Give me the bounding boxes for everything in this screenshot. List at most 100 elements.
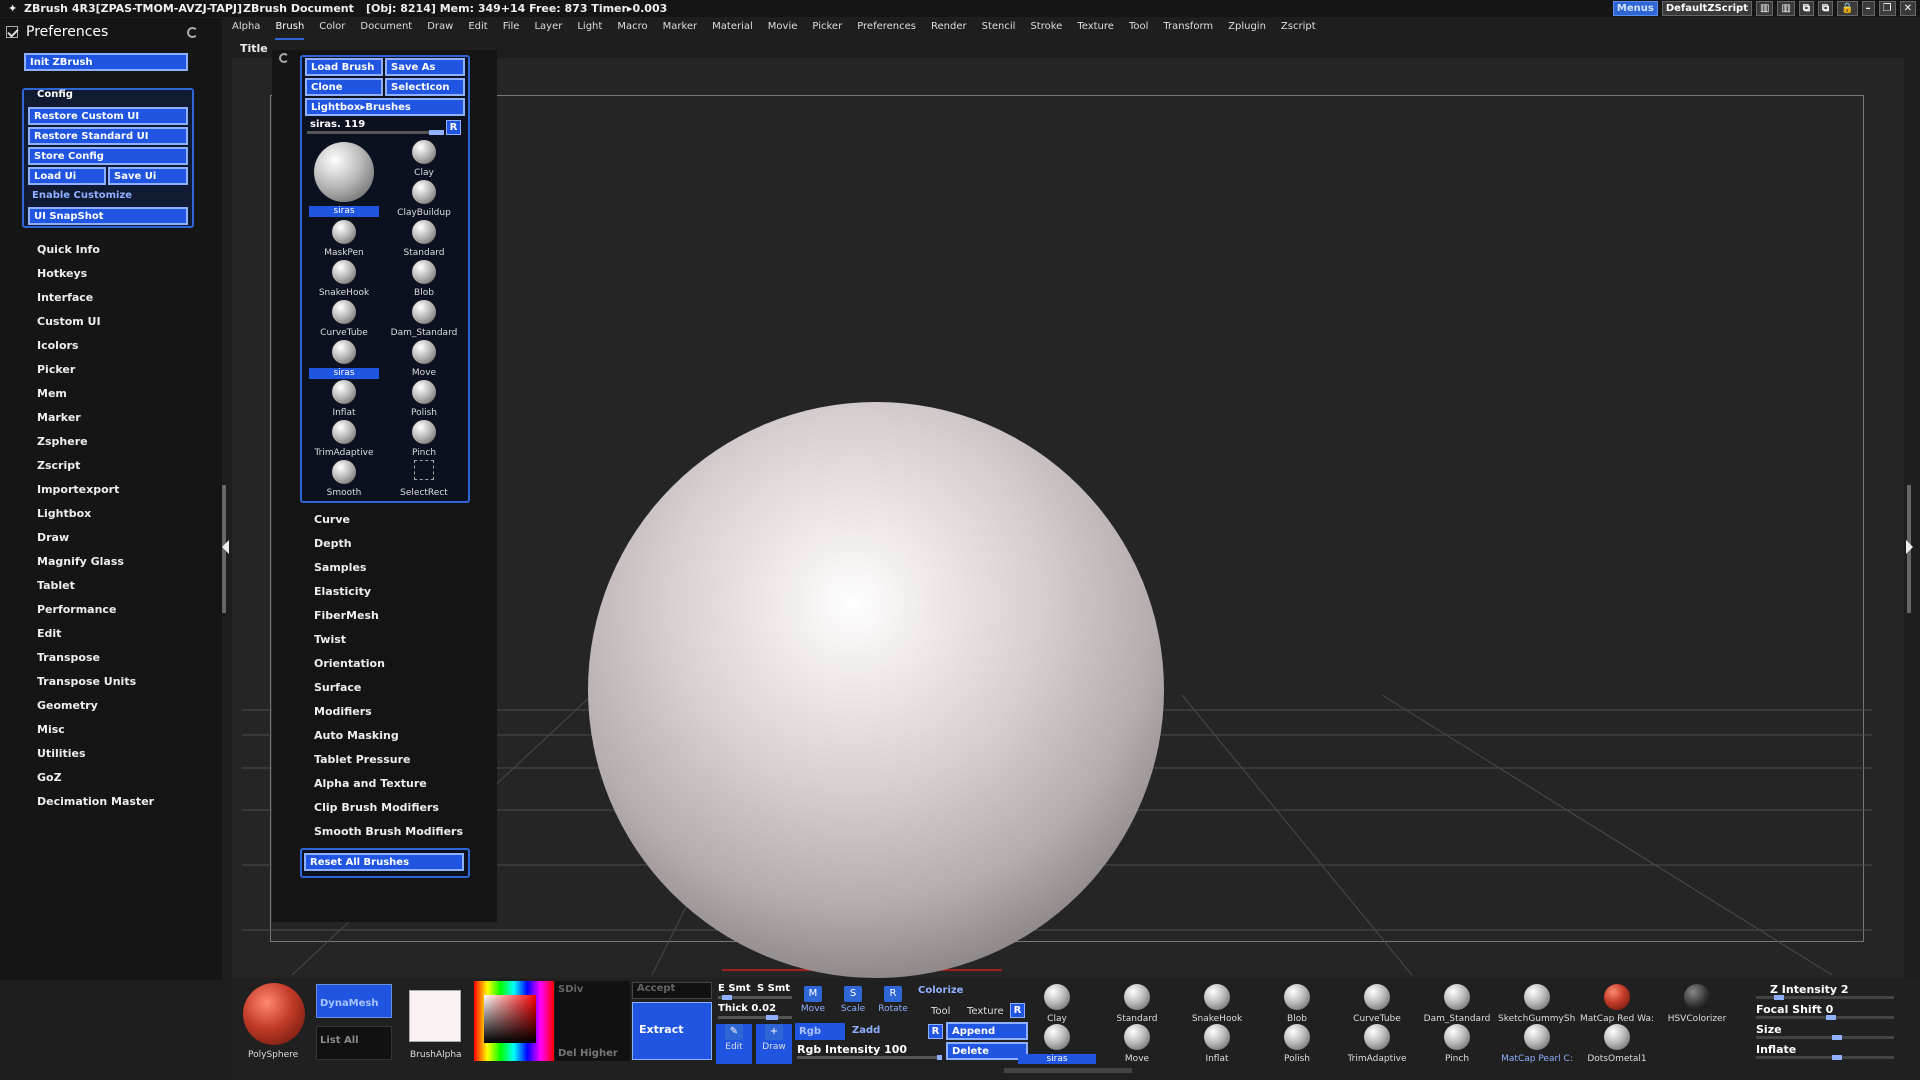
pref-item[interactable]: Interface <box>37 288 154 312</box>
pref-item[interactable]: Geometry <box>37 696 154 720</box>
enable-customize-button[interactable]: Enable Customize <box>32 190 132 201</box>
restore-standard-ui-button[interactable]: Restore Standard UI <box>28 127 188 145</box>
size-slider[interactable]: Size <box>1756 1023 1906 1040</box>
brush-item[interactable]: Clay <box>385 140 463 180</box>
brush-subpalette[interactable]: Alpha and Texture <box>314 774 463 798</box>
pref-item[interactable]: Quick Info <box>37 240 154 264</box>
rgb-intensity-track[interactable] <box>797 1055 942 1060</box>
menus-button[interactable]: Menus <box>1612 1 1658 16</box>
rgb-button[interactable]: Rgb <box>795 1023 845 1040</box>
brush-subpalette[interactable]: Surface <box>314 678 463 702</box>
rotate-tool[interactable]: R Rotate <box>876 986 910 1026</box>
pref-item[interactable]: Importexport <box>37 480 154 504</box>
menu-picker[interactable]: Picker <box>812 21 842 40</box>
save-ui-button[interactable]: Save Ui <box>108 167 188 185</box>
shelf-item[interactable]: SketchGummyShi <box>1498 984 1576 1024</box>
brush-item[interactable]: ClayBuildup <box>385 180 463 220</box>
brush-item[interactable]: Standard <box>385 220 463 260</box>
pref-item[interactable]: Zscript <box>37 456 154 480</box>
colorize-button[interactable]: Colorize <box>918 985 963 996</box>
draw-tool[interactable]: + Draw <box>756 1024 792 1064</box>
menu-brush[interactable]: Brush <box>275 21 305 40</box>
pref-item[interactable]: Transpose Units <box>37 672 154 696</box>
shelf-item[interactable]: SnakeHook <box>1178 984 1256 1024</box>
move-tool[interactable]: M Move <box>796 986 830 1026</box>
shelf-item[interactable]: Standard <box>1098 984 1176 1024</box>
shelf-item[interactable]: CurveTube <box>1338 984 1416 1024</box>
shelf-item[interactable]: Inflat <box>1178 1024 1256 1064</box>
config-title[interactable]: Config <box>37 89 73 100</box>
color-picker[interactable] <box>474 981 554 1061</box>
pref-item[interactable]: Decimation Master <box>37 792 154 816</box>
delete-button[interactable]: Delete <box>946 1042 1028 1060</box>
color-square[interactable] <box>484 995 536 1043</box>
current-tool-thumbnail[interactable] <box>243 983 305 1045</box>
brush-item[interactable]: Pinch <box>385 420 463 460</box>
menu-macro[interactable]: Macro <box>617 21 647 40</box>
brush-subpalette[interactable]: Elasticity <box>314 582 463 606</box>
brush-subpalette[interactable]: Orientation <box>314 654 463 678</box>
menu-color[interactable]: Color <box>319 21 345 40</box>
init-zbrush-button[interactable]: Init ZBrush <box>24 53 188 71</box>
shelf-item[interactable]: Clay <box>1018 984 1096 1024</box>
restore-custom-ui-button[interactable]: Restore Custom UI <box>28 107 188 125</box>
shelf-item[interactable]: MatCap Pearl C: <box>1498 1024 1576 1064</box>
menu-transform[interactable]: Transform <box>1163 21 1213 40</box>
accept-button[interactable]: Accept <box>632 982 712 999</box>
pref-item[interactable]: Lightbox <box>37 504 154 528</box>
brush-subpalette[interactable]: Twist <box>314 630 463 654</box>
brush-item[interactable]: siras <box>305 340 383 380</box>
menu-draw[interactable]: Draw <box>427 21 453 40</box>
pref-item[interactable]: Draw <box>37 528 154 552</box>
brush-item[interactable]: MaskPen <box>305 220 383 260</box>
layout-icon[interactable]: ▥ <box>1756 1 1774 16</box>
select-icon-button[interactable]: SelectIcon <box>385 78 465 96</box>
menu-edit[interactable]: Edit <box>468 21 487 40</box>
minimize-icon[interactable]: – <box>1861 1 1875 16</box>
shelf-item[interactable]: Polish <box>1258 1024 1336 1064</box>
brush-item[interactable]: Smooth <box>305 460 383 500</box>
pref-item[interactable]: GoZ <box>37 768 154 792</box>
restore-icon[interactable]: ❐ <box>1878 1 1896 16</box>
extract-button[interactable]: Extract <box>632 1002 712 1060</box>
inflate-slider[interactable]: Inflate <box>1756 1043 1906 1060</box>
sdiv-slider[interactable]: SDiv <box>558 984 583 995</box>
collapse-left-tray-icon[interactable] <box>222 540 229 554</box>
brush-item[interactable]: Inflat <box>305 380 383 420</box>
size-track[interactable] <box>1756 1035 1894 1040</box>
shelf-item[interactable]: siras <box>1018 1024 1096 1064</box>
brush-subpalette[interactable]: Tablet Pressure <box>314 750 463 774</box>
z-intensity-track[interactable] <box>1756 995 1894 1000</box>
menu-preferences[interactable]: Preferences <box>857 21 916 40</box>
collapse-right-tray-icon[interactable] <box>1906 540 1913 554</box>
menu-alpha[interactable]: Alpha <box>232 21 260 40</box>
shelf-item[interactable]: Move <box>1098 1024 1176 1064</box>
dynamesh-button[interactable]: DynaMesh <box>316 984 392 1018</box>
pref-item[interactable]: Edit <box>37 624 154 648</box>
subtool-reset-button[interactable]: R <box>928 1024 943 1039</box>
pref-item[interactable]: Transpose <box>37 648 154 672</box>
shelf-item[interactable]: MatCap Red Wa: <box>1578 984 1656 1024</box>
smt-slider-track[interactable] <box>718 995 792 1000</box>
current-brush-slider[interactable] <box>307 130 444 135</box>
rgb-intensity-slider[interactable]: Rgb Intensity 100 <box>797 1043 907 1056</box>
brush-subpalette[interactable]: Smooth Brush Modifiers <box>314 822 463 846</box>
menu-render[interactable]: Render <box>931 21 967 40</box>
brush-item[interactable]: Blob <box>385 260 463 300</box>
pref-item[interactable]: Picker <box>37 360 154 384</box>
bottom-tray-handle[interactable] <box>1004 1068 1132 1073</box>
menu-zplugin[interactable]: Zplugin <box>1228 21 1266 40</box>
store-config-button[interactable]: Store Config <box>28 147 188 165</box>
del-higher-button[interactable]: Del Higher <box>558 1048 618 1059</box>
layout-icon-2[interactable]: ▥ <box>1777 1 1795 16</box>
brush-item[interactable]: SnakeHook <box>305 260 383 300</box>
tiles-icon[interactable]: ⧉ <box>1798 1 1815 16</box>
scale-tool[interactable]: S Scale <box>836 986 870 1026</box>
shelf-item[interactable]: Blob <box>1258 984 1336 1024</box>
list-all-button[interactable]: List All <box>316 1026 392 1060</box>
pref-item[interactable]: Icolors <box>37 336 154 360</box>
pref-item[interactable]: Utilities <box>37 744 154 768</box>
menu-file[interactable]: File <box>503 21 520 40</box>
shelf-item[interactable]: Pinch <box>1418 1024 1496 1064</box>
pref-item[interactable]: Performance <box>37 600 154 624</box>
